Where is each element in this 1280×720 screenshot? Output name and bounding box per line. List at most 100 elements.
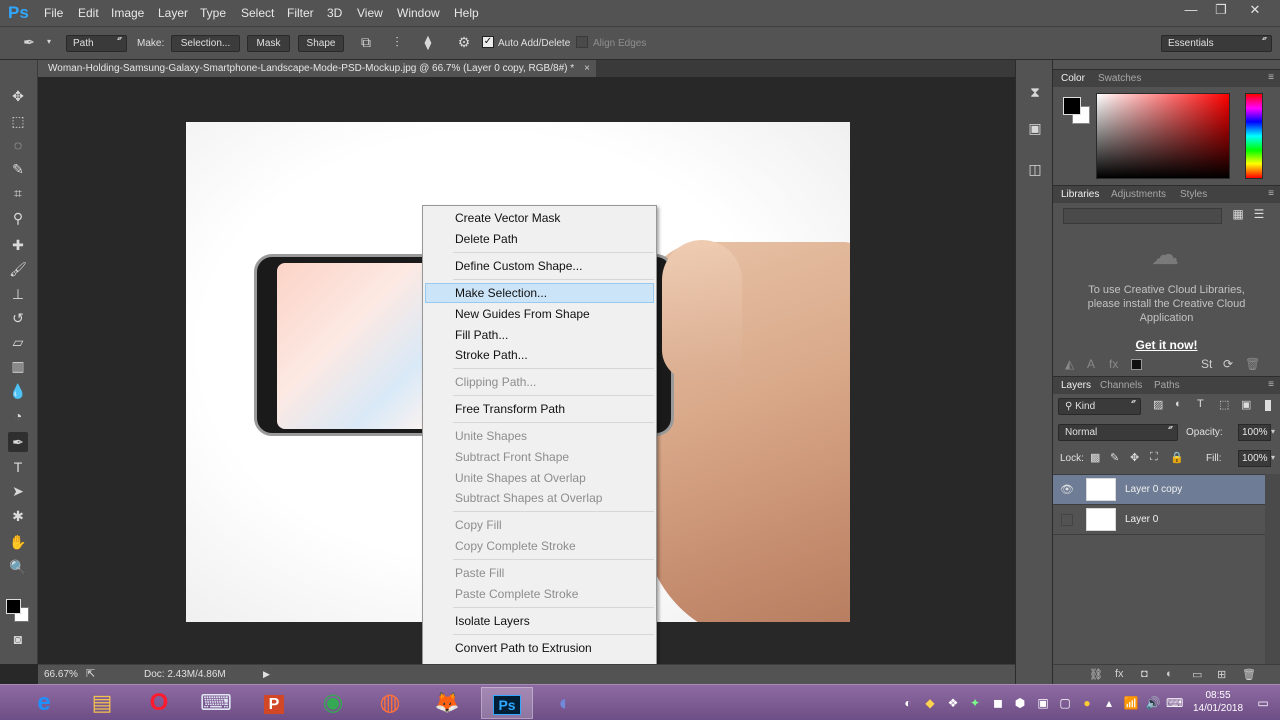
firefox-icon[interactable]: ◍ bbox=[364, 687, 416, 719]
new-adjustment-layer-icon[interactable]: ◐ bbox=[1166, 668, 1173, 680]
visibility-eye-icon[interactable]: 👁 bbox=[1059, 483, 1075, 497]
export-icon[interactable]: ⇱ bbox=[86, 667, 95, 680]
gimp-icon[interactable]: 🦊 bbox=[421, 687, 473, 719]
lock-all-icon[interactable]: 🔒 bbox=[1170, 451, 1184, 464]
foreground-color-swatch[interactable] bbox=[6, 599, 21, 614]
visibility-toggle[interactable] bbox=[1061, 514, 1073, 526]
tab-styles[interactable]: Styles bbox=[1180, 189, 1207, 200]
add-color-icon[interactable] bbox=[1131, 359, 1142, 370]
clone-stamp-tool-icon[interactable]: ⊥ bbox=[8, 284, 28, 304]
lock-image-icon[interactable]: ✎ bbox=[1110, 451, 1119, 464]
custom-shape-tool-icon[interactable]: ✱ bbox=[8, 506, 28, 526]
discord-icon[interactable]: ◐ bbox=[539, 687, 591, 719]
menu-file[interactable]: File bbox=[44, 6, 63, 20]
hue-slider[interactable] bbox=[1245, 93, 1263, 179]
lasso-tool-icon[interactable]: ◌ bbox=[8, 135, 28, 155]
quick-mask-icon[interactable]: ◙ bbox=[8, 629, 28, 649]
powerpoint-icon[interactable]: P bbox=[248, 687, 300, 719]
menu-item-define-custom-shape[interactable]: Define Custom Shape... bbox=[425, 256, 654, 276]
panel-menu-icon[interactable]: ≡ bbox=[1268, 72, 1274, 83]
layers-scrollbar[interactable] bbox=[1265, 474, 1280, 664]
notifications-icon[interactable]: ▭ bbox=[1255, 695, 1271, 711]
menu-edit[interactable]: Edit bbox=[78, 6, 99, 20]
file-explorer-icon[interactable]: ▤ bbox=[76, 687, 128, 719]
menu-item-free-transform-path[interactable]: Free Transform Path bbox=[425, 399, 654, 419]
hand-tool-icon[interactable]: ✋ bbox=[8, 532, 28, 552]
eyedropper-tool-icon[interactable]: ⚲ bbox=[8, 208, 28, 228]
menu-item-new-guides-from-shape[interactable]: New Guides From Shape bbox=[425, 304, 654, 324]
tab-paths[interactable]: Paths bbox=[1154, 380, 1180, 391]
zoom-level[interactable]: 66.67% bbox=[44, 669, 78, 680]
menu-item-fill-path[interactable]: Fill Path... bbox=[425, 325, 654, 345]
pen-tool-preset-icon[interactable]: ✒ bbox=[20, 33, 38, 51]
network-icon[interactable]: 📶 bbox=[1123, 695, 1139, 711]
move-tool-icon[interactable]: ✥ bbox=[8, 86, 28, 106]
brush-tool-icon[interactable]: 🖌 bbox=[8, 259, 28, 279]
eraser-tool-icon[interactable]: ▱ bbox=[8, 332, 28, 352]
restore-button[interactable]: ❐ bbox=[1206, 2, 1236, 20]
chevron-down-icon[interactable]: ▾ bbox=[40, 33, 58, 51]
tray-app-icon[interactable]: ⬢ bbox=[1012, 695, 1028, 711]
panel-menu-icon[interactable]: ≡ bbox=[1268, 379, 1274, 390]
menu-image[interactable]: Image bbox=[111, 6, 144, 20]
path-arrangement-icon[interactable]: ⧫ bbox=[419, 33, 437, 51]
filter-shape-icon[interactable]: ⬚ bbox=[1219, 398, 1229, 411]
menu-type[interactable]: Type bbox=[200, 6, 226, 20]
language-icon[interactable]: ⌨ bbox=[1166, 695, 1183, 711]
auto-add-delete-checkbox[interactable]: ✓ bbox=[482, 36, 494, 48]
menu-item-convert-path-to-extrusion[interactable]: Convert Path to Extrusion bbox=[425, 638, 654, 658]
tray-app-icon[interactable]: ◆ bbox=[922, 695, 938, 711]
tray-app-icon[interactable]: ▣ bbox=[1035, 695, 1051, 711]
chevron-down-icon[interactable]: ▾ bbox=[1271, 453, 1275, 462]
new-layer-icon[interactable]: ⊞ bbox=[1217, 668, 1226, 681]
menu-select[interactable]: Select bbox=[241, 6, 274, 20]
tab-color[interactable]: Color bbox=[1061, 73, 1085, 84]
menu-filter[interactable]: Filter bbox=[287, 6, 314, 20]
gear-icon[interactable]: ⚙ bbox=[455, 33, 473, 51]
discord-tray-icon[interactable]: ◐ bbox=[900, 695, 916, 711]
layer-kind-filter[interactable]: ⚲ Kind bbox=[1058, 398, 1141, 415]
blend-mode-select[interactable]: Normal bbox=[1058, 424, 1178, 441]
dropbox-tray-icon[interactable]: ❖ bbox=[945, 695, 961, 711]
tab-libraries[interactable]: Libraries bbox=[1061, 189, 1099, 200]
close-icon[interactable]: × bbox=[584, 63, 590, 74]
menu-item-stroke-path[interactable]: Stroke Path... bbox=[425, 345, 654, 365]
tray-app-icon[interactable]: ▢ bbox=[1057, 695, 1073, 711]
layer-row-layer-0[interactable]: Layer 0 bbox=[1053, 505, 1265, 535]
link-layers-icon[interactable]: ⛓ bbox=[1089, 668, 1103, 681]
add-layer-style-icon[interactable]: fx bbox=[1109, 357, 1118, 371]
tray-app-icon[interactable]: ● bbox=[1079, 695, 1095, 711]
filter-adjustment-icon[interactable]: ◐ bbox=[1175, 398, 1182, 410]
chevron-down-icon[interactable]: ▾ bbox=[1271, 427, 1275, 436]
path-alignment-icon[interactable]: ⫶ bbox=[388, 33, 406, 51]
marquee-tool-icon[interactable]: ⬚ bbox=[8, 111, 28, 131]
close-button[interactable]: ✕ bbox=[1240, 2, 1270, 20]
photoshop-icon[interactable]: Ps bbox=[481, 687, 533, 719]
menu-item-delete-path[interactable]: Delete Path bbox=[425, 229, 654, 249]
quick-selection-tool-icon[interactable]: ✎ bbox=[8, 159, 28, 179]
lock-artboard-icon[interactable]: ⛶ bbox=[1150, 451, 1158, 464]
blur-tool-icon[interactable]: 💧 bbox=[8, 381, 28, 401]
type-tool-icon[interactable]: T bbox=[8, 457, 28, 477]
menu-item-create-vector-mask[interactable]: Create Vector Mask bbox=[425, 208, 654, 228]
opacity-input[interactable]: 100% bbox=[1238, 424, 1271, 441]
dodge-tool-icon[interactable]: ◔ bbox=[8, 406, 28, 426]
tab-swatches[interactable]: Swatches bbox=[1098, 73, 1141, 84]
gradient-tool-icon[interactable]: ▥ bbox=[8, 356, 28, 376]
library-select[interactable] bbox=[1063, 208, 1222, 224]
add-text-style-icon[interactable]: A bbox=[1087, 357, 1095, 371]
tray-app-icon[interactable]: ◼ bbox=[990, 695, 1006, 711]
adjustment-panel-icon[interactable]: ◫ bbox=[1025, 159, 1045, 179]
history-panel-icon[interactable]: ⧗ bbox=[1025, 82, 1045, 102]
list-view-icon[interactable]: ☰ bbox=[1251, 207, 1267, 223]
fill-input[interactable]: 100% bbox=[1238, 450, 1271, 467]
crop-tool-icon[interactable]: ⌗ bbox=[8, 183, 28, 203]
menu-window[interactable]: Window bbox=[397, 6, 440, 20]
lock-position-icon[interactable]: ✥ bbox=[1130, 451, 1139, 464]
path-operations-icon[interactable]: ⧉ bbox=[357, 33, 375, 51]
delete-layer-icon[interactable]: 🗑 bbox=[1242, 668, 1256, 681]
status-menu-arrow-icon[interactable]: ▶ bbox=[263, 669, 270, 680]
path-mode-select[interactable]: Path bbox=[66, 35, 127, 52]
color-field[interactable] bbox=[1096, 93, 1230, 179]
get-it-now-link[interactable]: Get it now! bbox=[1113, 338, 1220, 352]
